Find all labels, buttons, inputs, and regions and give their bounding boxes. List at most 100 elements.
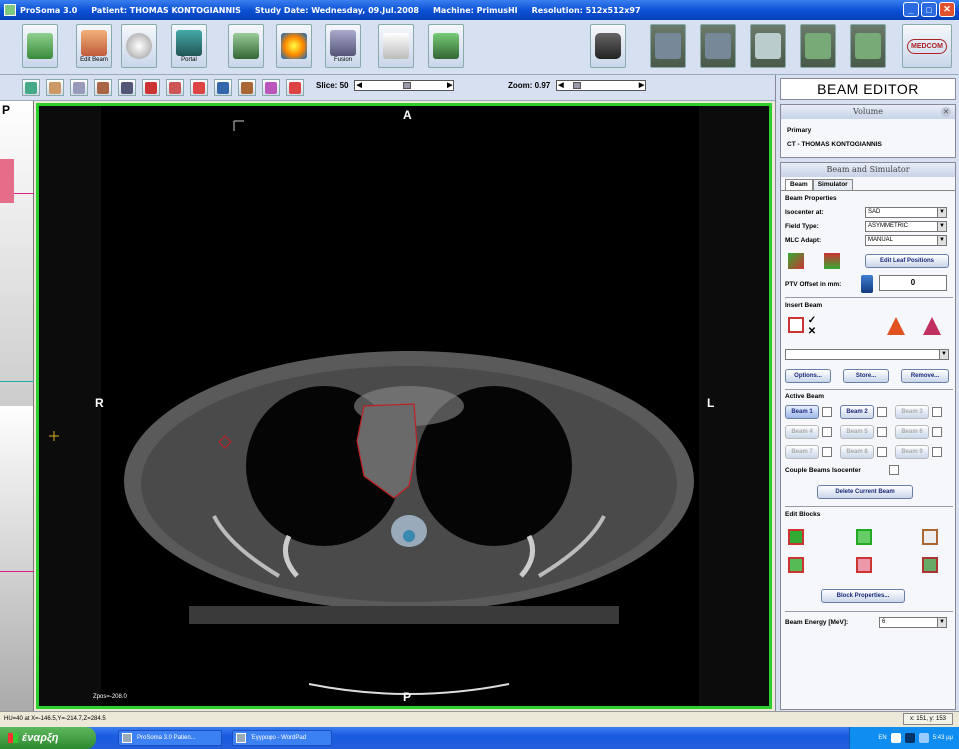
beam-7-checkbox[interactable]	[822, 447, 832, 457]
measure-button[interactable]	[70, 79, 88, 96]
zoom-slider[interactable]: ◀ ▶	[556, 80, 647, 91]
beam-1-button[interactable]: Beam 1	[785, 405, 819, 419]
beam-7-button[interactable]: Beam 7	[785, 445, 819, 459]
ct-viewer[interactable]: A P R L Zpos=-208.0	[36, 103, 772, 709]
tray-icon[interactable]	[918, 733, 929, 743]
save-button[interactable]	[22, 24, 58, 68]
orientation-top: A	[403, 108, 412, 122]
edit-beam-button[interactable]: Edit Beam	[76, 24, 112, 68]
layout-1-button[interactable]	[650, 24, 686, 68]
remove-button[interactable]: Remove...	[901, 369, 949, 383]
beam-3-button[interactable]: Beam 3	[895, 405, 929, 419]
beam-8-button[interactable]: Beam 8	[840, 445, 874, 459]
fusion-button[interactable]: Fusion	[325, 24, 361, 68]
zoom-slider-thumb[interactable]	[573, 82, 582, 89]
edit-leaf-positions-button[interactable]: Edit Leaf Positions	[865, 254, 949, 268]
beam-1-checkbox[interactable]	[822, 407, 832, 417]
store-button[interactable]: Store...	[843, 369, 889, 383]
beam-5-button[interactable]: Beam 5	[840, 425, 874, 439]
options-button[interactable]: Options...	[785, 369, 831, 383]
tab-simulator[interactable]: Simulator	[812, 179, 853, 190]
panel-title: BEAM EDITOR	[780, 78, 956, 100]
contours-button[interactable]	[228, 24, 264, 68]
volume-primary: Primary	[787, 127, 812, 134]
block-properties-button[interactable]: Block Properties...	[821, 589, 905, 603]
roi-edit-button[interactable]	[190, 79, 208, 96]
beam-6-checkbox[interactable]	[932, 427, 942, 437]
insert-beam-alt-button[interactable]	[921, 316, 943, 336]
slice-slider-thumb[interactable]	[403, 82, 412, 89]
ruler-marker	[0, 571, 34, 572]
beam-2-button[interactable]: Beam 2	[840, 405, 874, 419]
collapse-icon[interactable]: ✕	[941, 107, 951, 117]
couple-beams-checkbox[interactable]	[889, 465, 899, 475]
beam-4-checkbox[interactable]	[822, 427, 832, 437]
roi-button[interactable]	[166, 79, 184, 96]
insert-grid-button[interactable]	[785, 315, 807, 335]
close-button[interactable]: ✕	[939, 2, 955, 17]
beam-6-button[interactable]: Beam 6	[895, 425, 929, 439]
probe-button[interactable]	[94, 79, 112, 96]
mlc-adapt-select[interactable]: MANUAL ▼	[865, 235, 947, 246]
block-copy-button[interactable]	[785, 555, 807, 575]
layout-4-button[interactable]	[800, 24, 836, 68]
slice-slider[interactable]: ◀ ▶	[354, 80, 455, 91]
beam-9-checkbox[interactable]	[932, 447, 942, 457]
taskbar-item-prosoma[interactable]: ProSoma 3.0 Patien...	[118, 730, 222, 746]
layout-3-button[interactable]	[750, 24, 786, 68]
histogram-button[interactable]	[262, 79, 280, 96]
status-bar: HU=40 at X=-146.5,Y=-214.7,Z=284.5 x: 15…	[0, 711, 959, 727]
insert-beam-button[interactable]	[885, 316, 907, 336]
app-title: ProSoma 3.0	[20, 5, 78, 15]
field-type-select[interactable]: ASYMMETRIC ▼	[865, 221, 947, 232]
tools-button[interactable]	[378, 24, 414, 68]
block-import-button[interactable]	[919, 527, 941, 547]
layout-5-button[interactable]	[850, 24, 886, 68]
ptv-offset-spinner[interactable]	[859, 274, 875, 294]
isocenter-select[interactable]: SAD ▼	[865, 207, 947, 218]
minimize-button[interactable]: _	[903, 2, 919, 17]
taskbar-item-wordpad[interactable]: Έγγραφο - WordPad	[232, 730, 332, 746]
mlc-shape-button[interactable]	[821, 251, 843, 271]
dose-button[interactable]	[276, 24, 312, 68]
beam-4-button[interactable]: Beam 4	[785, 425, 819, 439]
start-button[interactable]: έναρξη	[0, 727, 96, 749]
portal-label: Portal	[181, 56, 197, 63]
delete-current-beam-button[interactable]: Delete Current Beam	[817, 485, 913, 499]
isocenter-value: SAD	[868, 209, 881, 215]
block-edit-button[interactable]	[853, 527, 875, 547]
leaf-tool-button[interactable]	[785, 251, 807, 271]
bus-button[interactable]	[238, 79, 256, 96]
beam-energy-select[interactable]: 6 ▼	[879, 617, 947, 628]
beam-eye-button[interactable]	[286, 79, 304, 96]
portal-button[interactable]: Portal	[171, 24, 207, 68]
maximize-button[interactable]: □	[921, 2, 937, 17]
block-delete-button[interactable]	[919, 555, 941, 575]
beam-8-checkbox[interactable]	[877, 447, 887, 457]
beam-template-select[interactable]: ▼	[785, 349, 949, 360]
language-indicator[interactable]: EN	[878, 735, 886, 741]
layout-2-button[interactable]	[700, 24, 736, 68]
beam-3-checkbox[interactable]	[932, 407, 942, 417]
zoom-fit-button[interactable]	[118, 79, 136, 96]
ptv-offset-input[interactable]: 0	[879, 275, 947, 291]
annotate-button[interactable]	[142, 79, 160, 96]
check-cross-button[interactable]: ✓ ✕	[805, 313, 819, 339]
medcom-logo: MEDCOM	[902, 24, 952, 68]
tab-beam[interactable]: Beam	[785, 179, 813, 190]
pan-button[interactable]	[46, 79, 64, 96]
block-add-button[interactable]	[785, 527, 807, 547]
window-level-button[interactable]	[22, 79, 40, 96]
block-mirror-button[interactable]	[853, 555, 875, 575]
camera-button[interactable]	[590, 24, 626, 68]
beam-editor-panel: BEAM EDITOR Volume ✕ Primary CT - THOMAS …	[775, 75, 959, 711]
3d-view-button[interactable]	[121, 24, 157, 68]
crosshair-button[interactable]	[214, 79, 232, 96]
beam-5-checkbox[interactable]	[877, 427, 887, 437]
tray-icon[interactable]	[890, 733, 901, 743]
export-button[interactable]	[428, 24, 464, 68]
beam-2-checkbox[interactable]	[877, 407, 887, 417]
beam-9-button[interactable]: Beam 9	[895, 445, 929, 459]
tray-icon[interactable]	[904, 733, 915, 743]
viewer-toolbar: Slice: 50 ◀ ▶ Zoom: 0.97 ◀ ▶	[0, 75, 775, 101]
